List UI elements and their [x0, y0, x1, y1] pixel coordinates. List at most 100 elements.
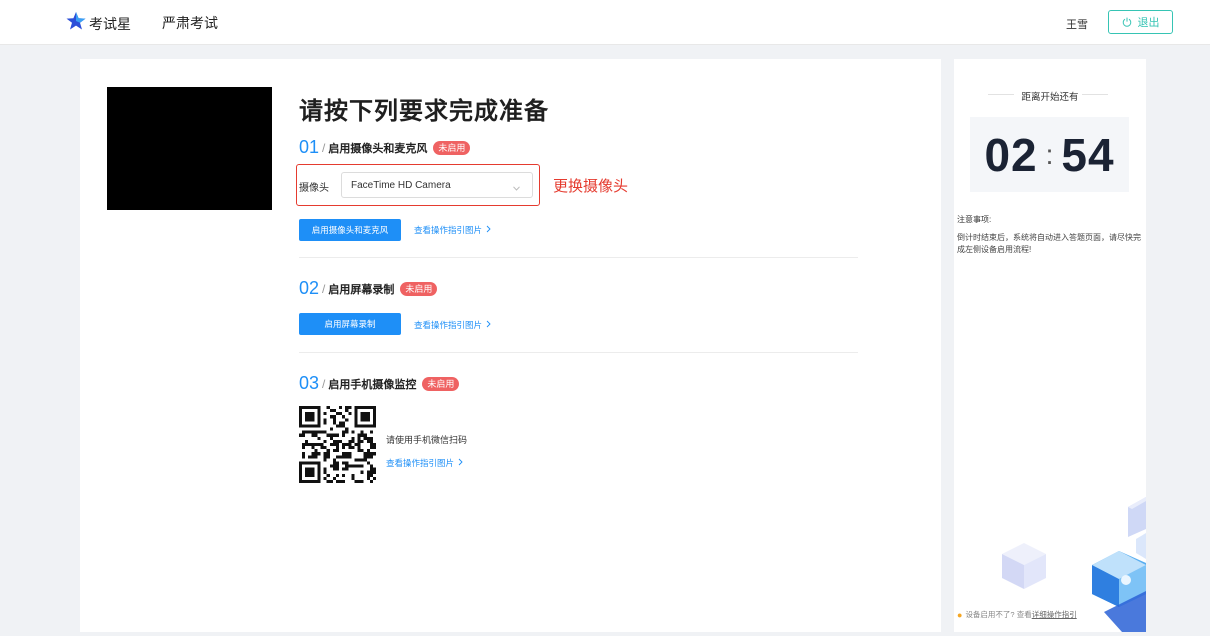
qr-module — [360, 415, 364, 419]
qr-module — [299, 464, 303, 468]
qr-module — [366, 470, 370, 474]
guide-link-step-2[interactable]: 查看操作指引图片 — [414, 319, 491, 331]
qr-module — [326, 452, 330, 456]
help-prefix: 设备启用不了? 查看 — [965, 610, 1032, 619]
qr-module — [329, 427, 333, 431]
qr-module — [345, 467, 349, 471]
qr-module — [317, 415, 321, 419]
qr-module — [363, 418, 367, 422]
qr-module — [351, 446, 355, 450]
username: 王雪 — [1066, 19, 1088, 31]
qr-module — [366, 452, 370, 456]
qr-module — [360, 406, 364, 410]
qr-module — [329, 479, 333, 483]
qr-module — [317, 476, 321, 480]
qr-module — [332, 476, 336, 480]
qr-module — [354, 442, 358, 447]
help-guide-link[interactable]: 详细操作指引 — [1032, 609, 1077, 620]
qr-module — [323, 430, 327, 434]
qr-module — [345, 461, 349, 465]
countdown-panel: 距离开始还有 02 : 54 注意事项: 倒计时结束后，系统将自动进入答题页面，… — [954, 59, 1146, 632]
qr-module — [372, 467, 376, 471]
qr-module — [345, 464, 349, 468]
qr-module — [317, 464, 321, 468]
camera-select[interactable]: FaceTime HD Camera — [341, 172, 533, 198]
qr-module — [366, 412, 370, 416]
qr-module — [335, 446, 340, 450]
qr-module — [360, 412, 364, 416]
qr-module — [305, 424, 309, 428]
qr-module — [308, 470, 312, 474]
qr-module — [299, 476, 303, 480]
qr-module — [335, 442, 340, 447]
qr-module — [308, 473, 312, 477]
qr-module — [366, 455, 370, 459]
qr-module — [360, 418, 364, 422]
qr-module — [323, 476, 327, 480]
qr-module — [363, 436, 367, 440]
qr-module — [360, 449, 364, 453]
qr-module — [302, 433, 306, 437]
qr-module — [342, 473, 346, 477]
qr-module — [335, 439, 340, 443]
top-bar: 考试星 严肃考试 王雪 退出 — [0, 0, 1210, 45]
qr-module — [320, 442, 324, 447]
enable-camera-mic-button[interactable]: 启用摄像头和麦克风 — [299, 219, 401, 241]
qr-module — [299, 415, 303, 419]
qr-module — [305, 467, 309, 471]
qr-module — [305, 470, 309, 474]
qr-module — [317, 430, 321, 434]
qr-module — [302, 452, 306, 456]
qr-module — [305, 479, 309, 483]
qr-module — [317, 479, 321, 483]
qr-module — [314, 433, 318, 437]
qr-module — [317, 412, 321, 416]
guide-link-step-1[interactable]: 查看操作指引图片 — [414, 224, 491, 236]
qr-module — [314, 452, 318, 456]
qr-module — [314, 430, 318, 434]
qr-module — [342, 442, 346, 447]
qr-module — [308, 418, 312, 422]
qr-module — [305, 418, 309, 422]
qr-module — [299, 479, 303, 483]
qr-module — [308, 424, 312, 428]
logout-button[interactable]: 退出 — [1108, 10, 1173, 34]
qr-code-icon — [299, 406, 376, 483]
enable-screen-record-button[interactable]: 启用屏幕录制 — [299, 313, 401, 335]
qr-module — [302, 430, 306, 434]
qr-module — [326, 449, 330, 453]
qr-module — [354, 479, 358, 483]
qr-module — [357, 479, 361, 483]
qr-module — [345, 406, 349, 410]
qr-module — [360, 479, 364, 483]
qr-module — [339, 421, 343, 425]
qr-module — [326, 433, 330, 437]
qr-module — [311, 424, 315, 428]
qr-module — [302, 446, 306, 450]
qr-module — [372, 418, 376, 422]
qr-module — [342, 455, 346, 459]
qr-module — [342, 479, 346, 483]
qr-module — [308, 455, 312, 459]
qr-module — [320, 446, 324, 450]
qr-module — [308, 461, 312, 465]
guide-link-step-3[interactable]: 查看操作指引图片 — [386, 457, 463, 469]
qr-module — [317, 473, 321, 477]
step-number: 03 — [299, 373, 320, 393]
qr-module — [363, 406, 367, 410]
qr-module — [332, 467, 336, 471]
qr-module — [311, 452, 315, 456]
qr-module — [342, 415, 346, 419]
qr-module — [317, 418, 321, 422]
qr-module — [372, 452, 376, 456]
qr-module — [351, 439, 355, 443]
guide-link-label: 查看操作指引图片 — [414, 320, 483, 330]
qr-module — [357, 436, 361, 440]
qr-module — [311, 467, 315, 471]
status-badge: 未启用 — [400, 281, 438, 296]
qr-module — [299, 409, 303, 413]
status-badge: 未启用 — [433, 140, 471, 155]
logo[interactable]: 考试星 — [66, 12, 131, 35]
qr-module — [369, 439, 373, 443]
notice-title: 注意事项: — [957, 215, 992, 224]
